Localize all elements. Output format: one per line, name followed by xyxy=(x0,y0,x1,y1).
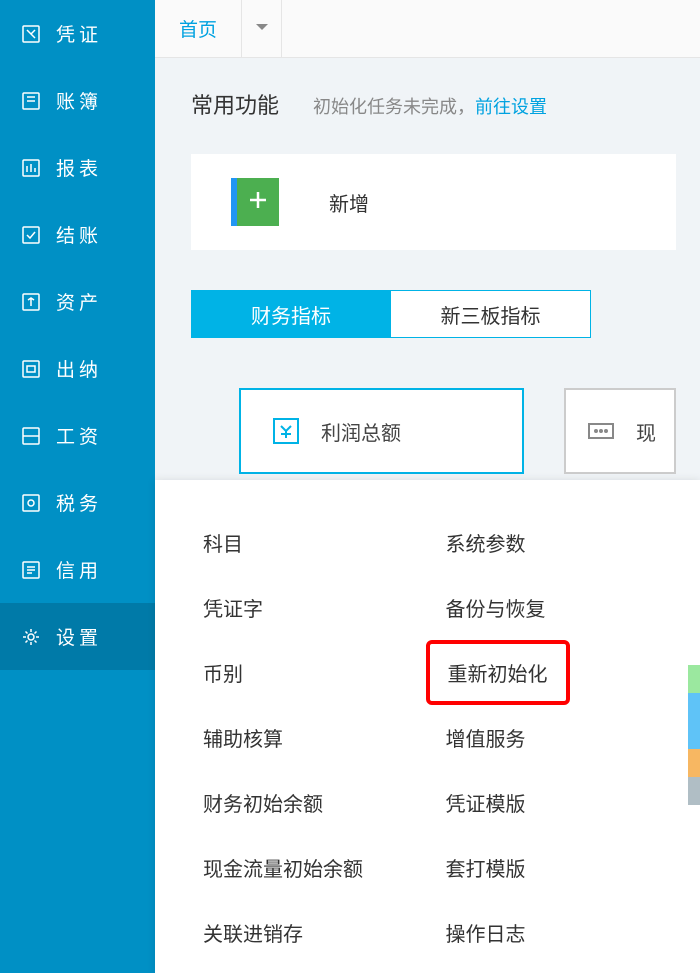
card-row: 利润总额 现 xyxy=(191,388,676,474)
sidebar-item-credit[interactable]: 信用 xyxy=(0,536,155,603)
submenu-item-financial-init[interactable]: 财务初始余额 xyxy=(195,770,438,835)
section-title: 常用功能 xyxy=(191,88,279,120)
submenu-item-cashflow-init[interactable]: 现金流量初始余额 xyxy=(195,835,438,900)
submenu-item-value-added[interactable]: 增值服务 xyxy=(438,705,681,770)
tab-label: 首页 xyxy=(179,15,217,42)
submenu-item-currency[interactable]: 币别 xyxy=(195,640,438,705)
color-stripe xyxy=(688,665,700,805)
card-secondary[interactable]: 现 xyxy=(564,388,676,474)
sidebar-item-assets[interactable]: 资产 xyxy=(0,268,155,335)
toggle-finance[interactable]: 财务指标 xyxy=(191,290,391,338)
card-title: 利润总额 xyxy=(321,417,401,446)
submenu-col-left: 科目 凭证字 币别 辅助核算 财务初始余额 现金流量初始余额 关联进销存 xyxy=(195,510,438,973)
sidebar-item-settings[interactable]: 设置 xyxy=(0,603,155,670)
profit-icon xyxy=(269,414,303,448)
asset-icon xyxy=(20,291,42,313)
secondary-icon xyxy=(584,414,618,448)
submenu-item-link-inventory[interactable]: 关联进销存 xyxy=(195,900,438,965)
submenu-item-subject[interactable]: 科目 xyxy=(195,510,438,575)
sidebar-label: 设置 xyxy=(56,623,102,650)
sidebar-label: 资产 xyxy=(56,288,102,315)
card-title: 现 xyxy=(636,417,656,446)
init-link[interactable]: 前往设置 xyxy=(475,97,547,117)
submenu-item-aux-accounting[interactable]: 辅助核算 xyxy=(195,705,438,770)
sidebar-item-cashier[interactable]: 出纳 xyxy=(0,335,155,402)
sidebar-label: 凭证 xyxy=(56,20,102,47)
submenu-item-print-template[interactable]: 套打模版 xyxy=(438,835,681,900)
section-header: 常用功能 初始化任务未完成，前往设置 xyxy=(191,88,676,120)
edit-icon xyxy=(20,23,42,45)
chevron-down-icon xyxy=(255,20,269,38)
report-icon xyxy=(20,157,42,179)
tab-dropdown[interactable] xyxy=(242,0,282,57)
sidebar-label: 报表 xyxy=(56,154,102,181)
submenu-item-sys-params[interactable]: 系统参数 xyxy=(438,510,681,575)
sidebar-label: 结账 xyxy=(56,221,102,248)
submenu-item-operation-log[interactable]: 操作日志 xyxy=(438,900,681,965)
sidebar-label: 出纳 xyxy=(56,355,102,382)
sidebar-item-voucher[interactable]: 凭证 xyxy=(0,0,155,67)
credit-icon xyxy=(20,559,42,581)
submenu-item-backup[interactable]: 备份与恢复 xyxy=(438,575,681,640)
tax-icon xyxy=(20,492,42,514)
card-profit[interactable]: 利润总额 xyxy=(239,388,524,474)
submenu-item-voucher-word[interactable]: 凭证字 xyxy=(195,575,438,640)
sidebar-item-reports[interactable]: 报表 xyxy=(0,134,155,201)
sidebar-label: 工资 xyxy=(56,422,102,449)
sidebar-label: 账簿 xyxy=(56,87,102,114)
plus-icon xyxy=(246,188,270,217)
submenu-item-reinitialize[interactable]: 重新初始化 xyxy=(426,640,570,705)
book-icon xyxy=(20,90,42,112)
sidebar: 凭证 账簿 报表 结账 资产 出纳 工资 xyxy=(0,0,155,973)
add-label: 新增 xyxy=(329,188,369,217)
toggle-neeq[interactable]: 新三板指标 xyxy=(391,290,591,338)
add-button[interactable] xyxy=(231,178,279,226)
add-block: 新增 xyxy=(191,154,676,250)
submenu-col-right: 系统参数 备份与恢复 重新初始化 增值服务 凭证模版 套打模版 操作日志 xyxy=(438,510,681,973)
sidebar-item-tax[interactable]: 税务 xyxy=(0,469,155,536)
sidebar-item-closing[interactable]: 结账 xyxy=(0,201,155,268)
tab-home[interactable]: 首页 xyxy=(155,0,242,57)
check-icon xyxy=(20,224,42,246)
settings-submenu: 科目 凭证字 币别 辅助核算 财务初始余额 现金流量初始余额 关联进销存 系统参… xyxy=(155,480,700,973)
sidebar-label: 信用 xyxy=(56,556,102,583)
submenu-item-voucher-template[interactable]: 凭证模版 xyxy=(438,770,681,835)
salary-icon xyxy=(20,425,42,447)
tabbar: 首页 xyxy=(155,0,700,58)
metrics-toggle: 财务指标 新三板指标 xyxy=(191,290,676,338)
sidebar-label: 税务 xyxy=(56,489,102,516)
gear-icon xyxy=(20,626,42,648)
sidebar-item-salary[interactable]: 工资 xyxy=(0,402,155,469)
sidebar-item-books[interactable]: 账簿 xyxy=(0,67,155,134)
cashier-icon xyxy=(20,358,42,380)
init-warning: 初始化任务未完成，前往设置 xyxy=(313,93,547,119)
